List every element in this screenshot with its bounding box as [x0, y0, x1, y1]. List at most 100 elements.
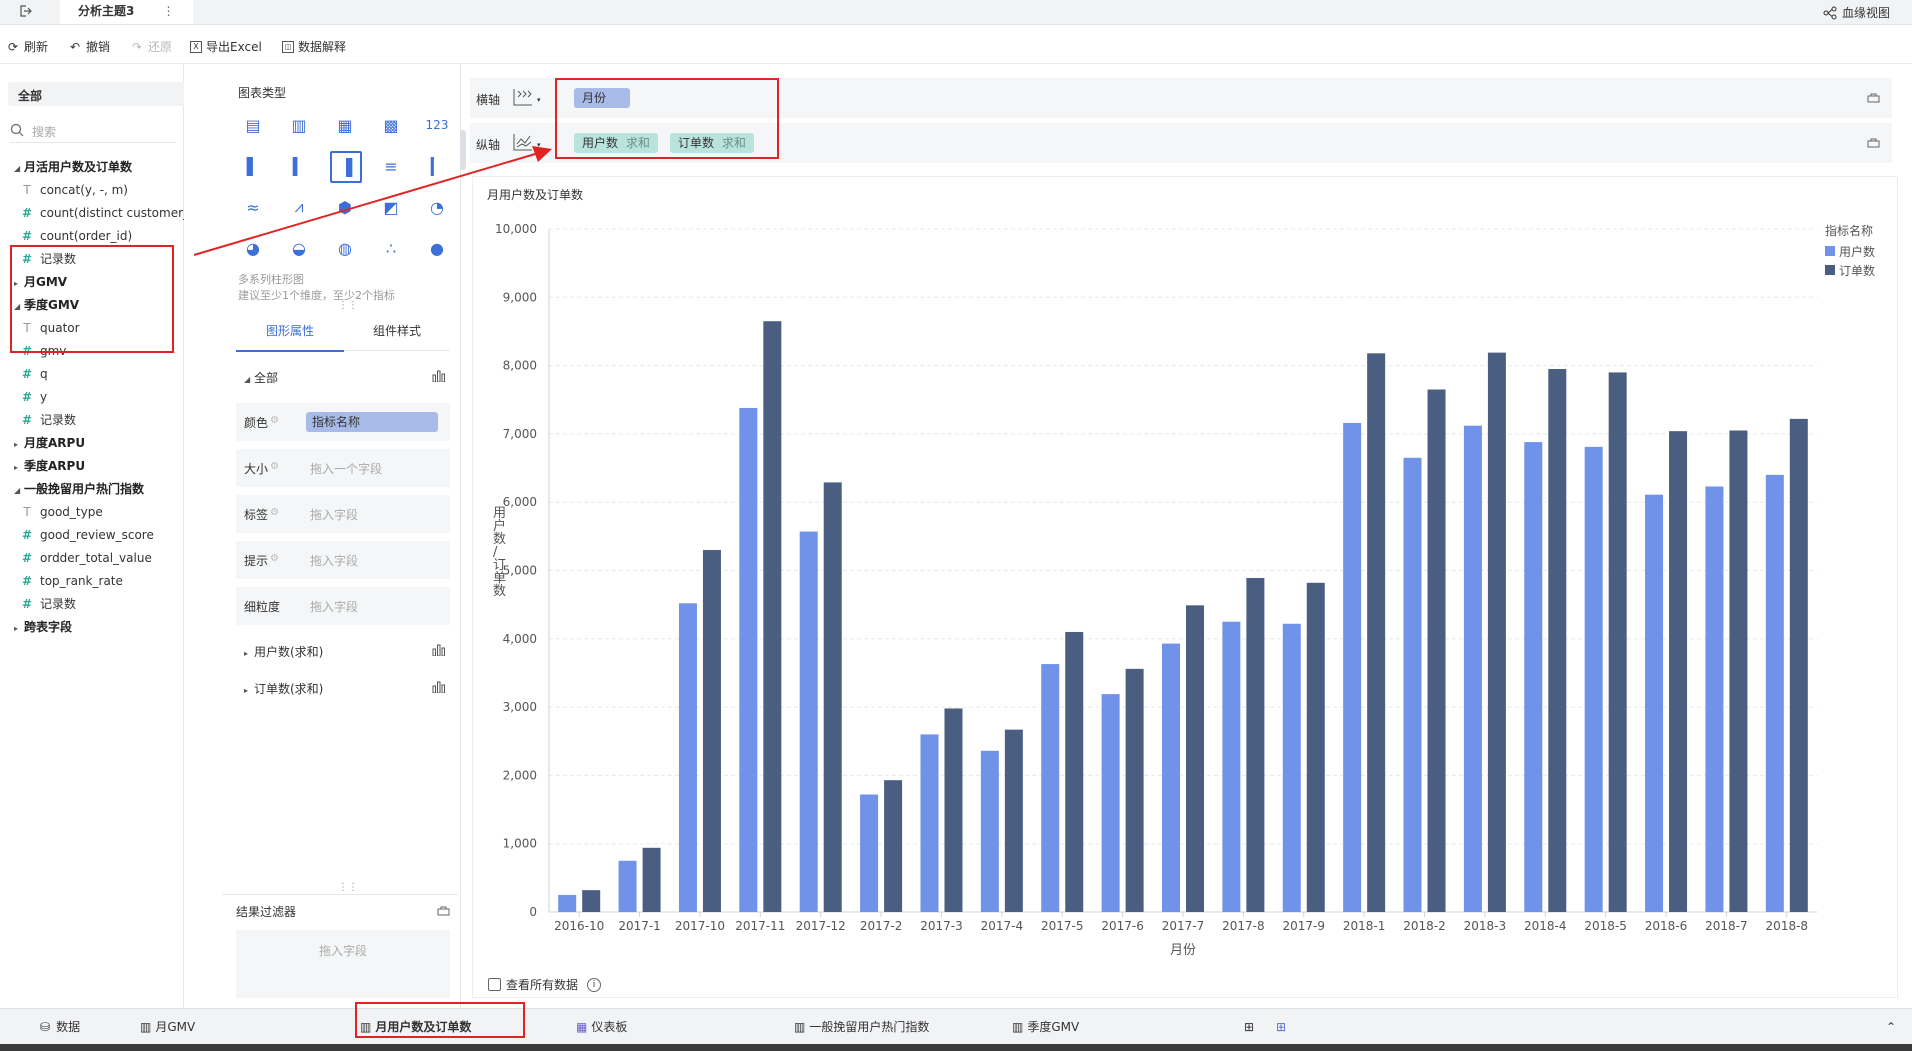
bar-chart-icon[interactable] — [432, 681, 446, 696]
chart-container: 月用户数及订单数 0 1,000 2,000 3,000 4,000 5,000 6,000… — [472, 176, 1898, 998]
info-icon[interactable]: i — [587, 977, 602, 992]
field-item[interactable]: # y — [20, 386, 47, 408]
filter-dropzone[interactable]: 拖入字段 — [236, 930, 450, 998]
data-explain-button[interactable]: ◫ 数据解释 — [282, 38, 346, 55]
lock-icon[interactable] — [1867, 91, 1880, 106]
resize-dots-icon[interactable]: ⋮⋮ — [338, 882, 358, 893]
field-item[interactable]: Tconcat(y, -, m) — [20, 179, 128, 201]
field-group[interactable]: ▸ 月度ARPU — [14, 432, 85, 454]
field-item-label: 记录数 — [40, 413, 77, 427]
more-icon[interactable]: ⋮ — [163, 4, 175, 18]
measure-user-count[interactable]: ▸ 用户数(求和) — [244, 643, 323, 660]
field-item[interactable]: # count(distinct customer_id) — [20, 202, 205, 224]
x-tick-label: 2017-12 — [796, 919, 846, 933]
property-dropzone[interactable]: 提示 ⚙ 拖入字段 — [236, 541, 450, 579]
bar-users — [799, 531, 818, 912]
field-search[interactable]: 搜索 — [10, 120, 176, 143]
y-tick-label: 10,000 — [495, 222, 537, 236]
dataset-select-value: 全部 — [18, 89, 43, 103]
add-chart-sheet-icon[interactable]: ⊞ — [1244, 1009, 1254, 1045]
chart-sheet-icon: ▥ — [140, 1020, 152, 1034]
field-item[interactable]: # count(order_id) — [20, 225, 132, 247]
property-dropzone[interactable]: 大小 ⚙ 拖入一个字段 — [236, 449, 450, 487]
field-item[interactable]: Tgood_type — [20, 501, 103, 523]
x-axis-type-icon[interactable] — [512, 87, 534, 110]
bar-orders — [1427, 389, 1446, 912]
redo-button[interactable]: ↷ 还原 — [130, 38, 172, 55]
measure-order-count[interactable]: ▸ 订单数(求和) — [244, 680, 323, 697]
lineage-view-button[interactable]: 血缘视图 — [1823, 4, 1890, 21]
tab-retention-index[interactable]: ▥ 一般挽留用户热门指数 — [794, 1009, 929, 1045]
tab-component-style[interactable]: 组件样式 — [344, 320, 450, 350]
collapse-up-icon[interactable]: ⌃ — [1886, 1009, 1896, 1045]
redo-icon: ↷ — [131, 39, 143, 54]
analysis-tab[interactable]: 分析主题3 ⋮ — [60, 0, 193, 24]
field-group[interactable]: ◢ 月活用户数及订单数 — [14, 156, 132, 178]
property-label: 大小 — [244, 462, 269, 476]
chart-desc-hint: 建议至少1个维度，至少2个指标 — [238, 289, 395, 302]
field-item[interactable]: # ordder_total_value — [20, 547, 152, 569]
bar-chart-icon[interactable] — [432, 644, 446, 659]
y-tick-label: 4,000 — [503, 632, 537, 646]
gear-icon[interactable]: ⚙ — [270, 507, 279, 518]
field-group[interactable]: ▸ 季度ARPU — [14, 455, 85, 477]
bar-chart-icon[interactable] — [432, 370, 446, 385]
tab-graph-props[interactable]: 图形属性 — [236, 320, 344, 352]
database-icon: ⛁ — [40, 1020, 51, 1034]
property-dropzone[interactable]: 颜色 ⚙ 指标名称 — [236, 403, 450, 441]
field-item-label: good_type — [40, 505, 103, 519]
dataset-select[interactable]: 全部 ⌵ — [8, 82, 204, 106]
tab-quarter-gmv[interactable]: ▥ 季度GMV — [1012, 1009, 1079, 1045]
field-item[interactable]: # 记录数 — [20, 409, 76, 431]
tab-month-gmv[interactable]: ▥ 月GMV — [140, 1009, 195, 1045]
bar-orders — [1186, 605, 1204, 912]
field-group[interactable]: ◢ 一般挽留用户热门指数 — [14, 478, 144, 500]
all-props-toggle[interactable]: ◢ 全部 — [244, 369, 278, 386]
field-item[interactable]: # top_rank_rate — [20, 570, 123, 592]
tab-dashboard[interactable]: ▦ 仪表板 — [576, 1009, 627, 1045]
lock-icon[interactable] — [1867, 136, 1880, 151]
gear-icon[interactable]: ⚙ — [270, 553, 279, 564]
divider — [222, 894, 458, 895]
number-type-icon: # — [21, 229, 33, 243]
excel-icon: X — [190, 40, 202, 53]
field-item-label: good_review_score — [40, 528, 154, 542]
exit-icon[interactable] — [18, 4, 32, 21]
gear-icon[interactable]: ⚙ — [270, 415, 279, 426]
text-type-icon: T — [23, 505, 31, 519]
field-item[interactable]: # good_review_score — [20, 524, 154, 546]
search-icon — [10, 123, 24, 140]
property-dropzone[interactable]: 标签 ⚙ 拖入字段 — [236, 495, 450, 533]
toolbar: ⟳ 刷新 ↶ 撤销 ↷ 还原 X 导出Excel ◫ 数据解释 — [0, 25, 1912, 64]
tab-quarter-gmv-label: 季度GMV — [1027, 1020, 1080, 1034]
field-item[interactable]: # 记录数 — [20, 593, 76, 615]
property-placeholder: 拖入一个字段 — [310, 462, 383, 476]
field-group[interactable]: ▸ 跨表字段 — [14, 616, 72, 638]
redo-label: 还原 — [148, 40, 173, 54]
chart-sheet-icon: ▥ — [1012, 1020, 1024, 1034]
bar-users — [1765, 474, 1784, 912]
undo-label: 撤销 — [86, 40, 111, 54]
undo-button[interactable]: ↶ 撤销 — [68, 38, 110, 55]
tab-data[interactable]: ⛁ 数据 — [40, 1009, 80, 1045]
caret-down-icon[interactable]: ▾ — [537, 96, 541, 104]
bar-users — [1524, 442, 1543, 912]
field-item[interactable]: # q — [20, 363, 48, 385]
add-dashboard-icon[interactable]: ⊞ — [1276, 1009, 1286, 1045]
highlight-box-tab — [355, 1002, 525, 1038]
field-group-label: 月度ARPU — [24, 436, 86, 450]
show-all-data[interactable]: 查看所有数据 i — [488, 976, 602, 993]
lock-icon[interactable] — [437, 904, 450, 919]
property-dropzone[interactable]: 细粒度 拖入字段 — [236, 587, 450, 625]
gear-icon[interactable]: ⚙ — [270, 461, 279, 472]
search-placeholder: 搜索 — [32, 125, 57, 139]
bar-users — [618, 860, 637, 912]
explain-icon: ◫ — [282, 40, 294, 53]
color-field-pill[interactable]: 指标名称 — [306, 412, 438, 432]
refresh-button[interactable]: ⟳ 刷新 — [6, 38, 48, 55]
resize-dots-icon[interactable]: ⋮⋮ — [338, 300, 358, 311]
checkbox[interactable] — [488, 978, 501, 991]
x-tick-label: 2017-2 — [860, 919, 903, 933]
export-excel-button[interactable]: X 导出Excel — [190, 38, 262, 55]
bar-users — [980, 750, 999, 912]
